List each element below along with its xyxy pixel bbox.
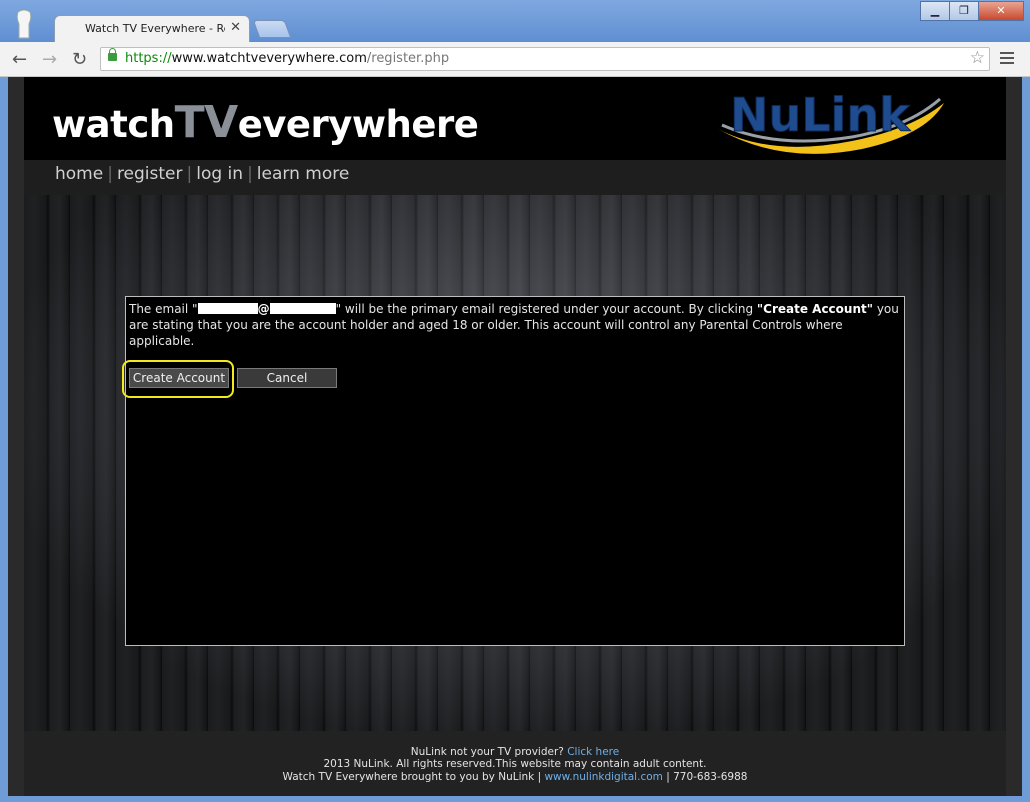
- new-tab-button[interactable]: [252, 20, 292, 38]
- redacted-email-user: [197, 303, 258, 314]
- nav-learn-more-link[interactable]: learn more: [257, 164, 350, 184]
- close-window-button[interactable]: ✕: [978, 1, 1024, 21]
- lock-icon: [108, 48, 117, 61]
- profile-avatar-icon[interactable]: [14, 10, 34, 40]
- tab-close-icon[interactable]: ✕: [230, 20, 241, 35]
- redacted-email-domain: [269, 303, 336, 314]
- create-account-button[interactable]: Create Account: [129, 368, 229, 388]
- site-footer: NuLink not your TV provider? Click here …: [24, 731, 1006, 796]
- browser-tab-active[interactable]: Watch TV Everywhere - Regi ✕: [54, 15, 250, 42]
- confirmation-message: The email " @ " will be the primary email …: [129, 302, 899, 348]
- site-logo[interactable]: watchTVeverywhere: [52, 97, 479, 148]
- site-header: watchTVeverywhere NuLink: [24, 77, 1006, 160]
- reload-icon[interactable]: ↻: [72, 49, 87, 70]
- forward-arrow-icon[interactable]: →: [42, 49, 57, 70]
- site-nav: home | register | log in | learn more: [24, 160, 1006, 195]
- tab-title: Watch TV Everywhere - Regi: [85, 22, 225, 35]
- click-here-link[interactable]: Click here: [567, 746, 619, 758]
- browser-toolbar: ← → ↻ https://www.watchtveverywhere.com/…: [0, 42, 1030, 77]
- minimize-button[interactable]: ▁: [920, 1, 950, 21]
- chrome-menu-icon[interactable]: [1000, 52, 1014, 67]
- browser-title-bar: Watch TV Everywhere - Regi ✕ ▁ ❐ ✕: [0, 0, 1030, 42]
- address-bar[interactable]: https://www.watchtveverywhere.com/regist…: [100, 47, 990, 71]
- window-controls: ▁ ❐ ✕: [920, 1, 1024, 21]
- copyright-text: 2013 NuLink. All rights reserved.This we…: [323, 758, 707, 770]
- nulink-logo-text: NuLink: [730, 88, 911, 142]
- bookmark-star-icon[interactable]: ☆: [970, 48, 985, 68]
- url-text[interactable]: https://www.watchtveverywhere.com/regist…: [125, 51, 449, 66]
- cancel-button[interactable]: Cancel: [237, 368, 337, 388]
- back-arrow-icon[interactable]: ←: [12, 49, 27, 70]
- nav-login-link[interactable]: log in: [196, 164, 243, 184]
- web-page: watchTVeverywhere NuLink home | register | l…: [8, 77, 1022, 796]
- wood-background: The email " @ " will be the primary email …: [24, 195, 1006, 731]
- nulink-logo: NuLink: [718, 88, 944, 154]
- maximize-button[interactable]: ❐: [949, 1, 979, 21]
- create-account-dialog: The email " @ " will be the primary email …: [122, 296, 905, 646]
- nav-home-link[interactable]: home: [55, 164, 103, 184]
- nulinkdigital-link[interactable]: www.nulinkdigital.com: [544, 771, 662, 783]
- nav-register-link[interactable]: register: [117, 164, 183, 184]
